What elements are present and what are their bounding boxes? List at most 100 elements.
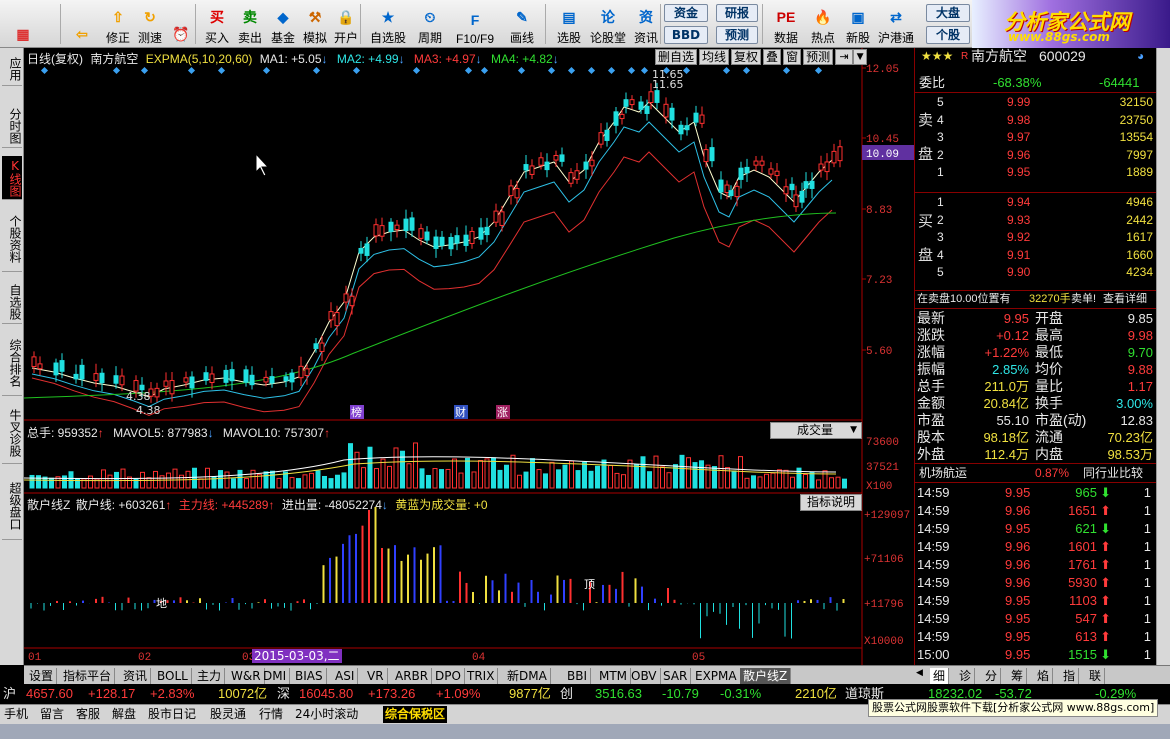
toolbar-buy-button[interactable]: 买买入 [202, 2, 232, 46]
left-tab-6[interactable]: 牛叉诊股 [2, 402, 22, 464]
buy-price[interactable]: 9.91 [1007, 247, 1030, 264]
left-tab-3[interactable]: 个股资料 [2, 206, 22, 272]
sell-price[interactable]: 9.96 [1007, 147, 1030, 164]
buy-price[interactable]: 9.92 [1007, 229, 1030, 246]
status-item-3[interactable]: 解盘 [112, 705, 136, 724]
status-highlight[interactable]: 综合保税区 [383, 706, 448, 723]
indicator-tab-18[interactable]: EXPMA [692, 668, 741, 684]
indicator-tab-2[interactable]: 资讯 [120, 668, 152, 684]
status-item-7[interactable]: 24小时滚动 [295, 705, 358, 724]
kline-btn-3[interactable]: 叠 [763, 49, 782, 65]
kline-btn-4[interactable]: 窗 [783, 49, 802, 65]
toolbar-forum-button[interactable]: 论论股堂 [590, 2, 626, 46]
indicator-tab-1[interactable]: 指标平台 [60, 668, 116, 684]
toolbar-pen-button[interactable]: ✎ 画线 [500, 2, 544, 46]
order-notice-detail-link[interactable]: 查看详细 [1103, 291, 1147, 308]
toolbar-back-arrow-button[interactable]: ⇦ [66, 2, 98, 46]
toolbar-hot-button[interactable]: 🔥 热点 [808, 2, 838, 46]
indicator-tab-16[interactable]: OBV [628, 668, 661, 684]
industry-compare-link[interactable]: 同行业比较 [1083, 465, 1143, 482]
industry-name[interactable]: 机场航运 [919, 465, 967, 482]
indicator-explain-button[interactable]: 指标说明 [800, 494, 862, 511]
chart-canvas[interactable]: 12.05 10.45 8.83 7.23 5.60 10.09 73600 37521 X10… [23, 48, 914, 665]
toolbar-hammer-button[interactable]: ⚒ 模拟 [300, 2, 330, 46]
kline-btn-0[interactable]: 删自选 [655, 49, 698, 65]
quote-tab-1[interactable]: 诊 [956, 668, 976, 684]
toolbar-select-stock-button[interactable]: ▤ 选股 [550, 2, 588, 46]
quote-tab-3[interactable]: 筹 [1008, 668, 1028, 684]
quote-tab-5[interactable]: 指 [1060, 668, 1080, 684]
toolbar-refresh-button[interactable]: ↻ 测速 [135, 2, 165, 46]
toolbar-up-down-arrow-button[interactable]: ⇧ 修正 [104, 2, 132, 46]
forecast-button[interactable]: 预测 [716, 26, 758, 44]
indicator-tab-15[interactable]: MTM [596, 668, 632, 684]
left-tab-7[interactable]: 超级盘口 [2, 472, 22, 540]
indicator-tab-3[interactable]: BOLL [154, 668, 192, 684]
indicator-tab-6[interactable]: DMI [260, 668, 291, 684]
kline-period[interactable]: 日线(复权) [27, 52, 83, 66]
status-item-6[interactable]: 行情 [259, 705, 283, 724]
globe-icon[interactable]: ◕ [1137, 48, 1144, 65]
indicator-tab-11[interactable]: DPO [432, 668, 465, 684]
chevron-down-icon[interactable]: ▼ [853, 49, 868, 65]
toolbar-period-button[interactable]: ⏲ 周期 [414, 2, 446, 46]
indicator-tab-9[interactable]: VR [364, 668, 388, 684]
indicator-tab-10[interactable]: ARBR [392, 668, 433, 684]
research-report-button[interactable]: 研报 [716, 4, 758, 22]
quote-tab-6[interactable]: 联 [1086, 668, 1106, 684]
indicator-tab-8[interactable]: ASI [332, 668, 359, 684]
toolbar-clock-button[interactable]: ⏰ [168, 2, 194, 46]
status-item-4[interactable]: 股市日记 [148, 705, 196, 724]
right-scrollbar[interactable] [1156, 48, 1170, 665]
sell-price[interactable]: 9.97 [1007, 129, 1030, 146]
stock-button[interactable]: 个股 [926, 26, 970, 44]
buy-price[interactable]: 9.93 [1007, 212, 1030, 229]
sell-price[interactable]: 9.95 [1007, 164, 1030, 181]
left-tab-0[interactable]: 应用 [2, 52, 22, 86]
indicator-tab-17[interactable]: SAR [660, 668, 692, 684]
fund-flow-button[interactable]: 资金 [664, 4, 708, 22]
indicator-tab-14[interactable]: BBI [564, 668, 592, 684]
toolbar-star-list-button[interactable]: ★ 自选股 [366, 2, 410, 46]
sell-price[interactable]: 9.98 [1007, 112, 1030, 129]
indicator-tab-19[interactable]: 散户线Z [740, 668, 792, 684]
status-item-0[interactable]: 手机 [4, 705, 28, 724]
quote-tab-0[interactable]: 细 [930, 668, 950, 684]
toolbar-ipo-button[interactable]: ▣ 新股 [843, 2, 873, 46]
bbd-button[interactable]: BBD [664, 26, 708, 44]
buy-price[interactable]: 9.90 [1007, 264, 1030, 281]
volume-indicator-select[interactable]: 成交量 ▼ [770, 422, 862, 439]
sanhu-bar [530, 580, 533, 603]
toolbar-fund-button[interactable]: ◆ 基金 [268, 2, 298, 46]
status-item-1[interactable]: 留言 [40, 705, 64, 724]
toolbar-f10-button[interactable]: F F10/F9 [452, 2, 498, 46]
quote-tab-4[interactable]: 焰 [1034, 668, 1054, 684]
sell-price[interactable]: 9.99 [1007, 94, 1030, 111]
left-tab-2[interactable]: K线图 [2, 156, 22, 200]
buy-price[interactable]: 9.94 [1007, 194, 1030, 211]
left-tab-5[interactable]: 综合排名 [2, 330, 22, 396]
toolbar-sell-button[interactable]: 卖卖出 [235, 2, 265, 46]
left-tab-1[interactable]: 分时图 [2, 104, 22, 148]
left-tab-4[interactable]: 自选股 [2, 280, 22, 324]
index-button[interactable]: 大盘 [926, 4, 970, 22]
indicator-tab-12[interactable]: TRIX [464, 668, 499, 684]
indicator-tab-4[interactable]: 主力 [194, 668, 226, 684]
toolbar-lock-button[interactable]: 🔒 开户 [331, 2, 361, 46]
status-item-5[interactable]: 股灵通 [210, 705, 246, 724]
indicator-tab-13[interactable]: 新DMA [504, 668, 551, 684]
kline-btn-2[interactable]: 复权 [731, 49, 762, 65]
scroll-left-icon[interactable]: ◀ [916, 668, 928, 683]
toolbar-pe-button[interactable]: PE 数据 [768, 2, 804, 46]
quote-tab-2[interactable]: 分 [982, 668, 1002, 684]
arrow-up-icon: ⬆ [1100, 593, 1111, 608]
toolbar-windows-button[interactable]: ▦ [6, 2, 40, 46]
toolbar-shhk-button[interactable]: ⇄ 沪港通 [876, 2, 916, 46]
collapse-icon[interactable]: ⇥ [835, 49, 854, 65]
indicator-tab-7[interactable]: BIAS [292, 668, 327, 684]
kline-btn-5[interactable]: 预测 [803, 49, 834, 65]
kline-btn-1[interactable]: 均线 [699, 49, 730, 65]
status-item-2[interactable]: 客服 [76, 705, 100, 724]
indicator-tab-0[interactable]: 设置 [26, 668, 58, 684]
toolbar-news-button[interactable]: 资资讯 [630, 2, 662, 46]
